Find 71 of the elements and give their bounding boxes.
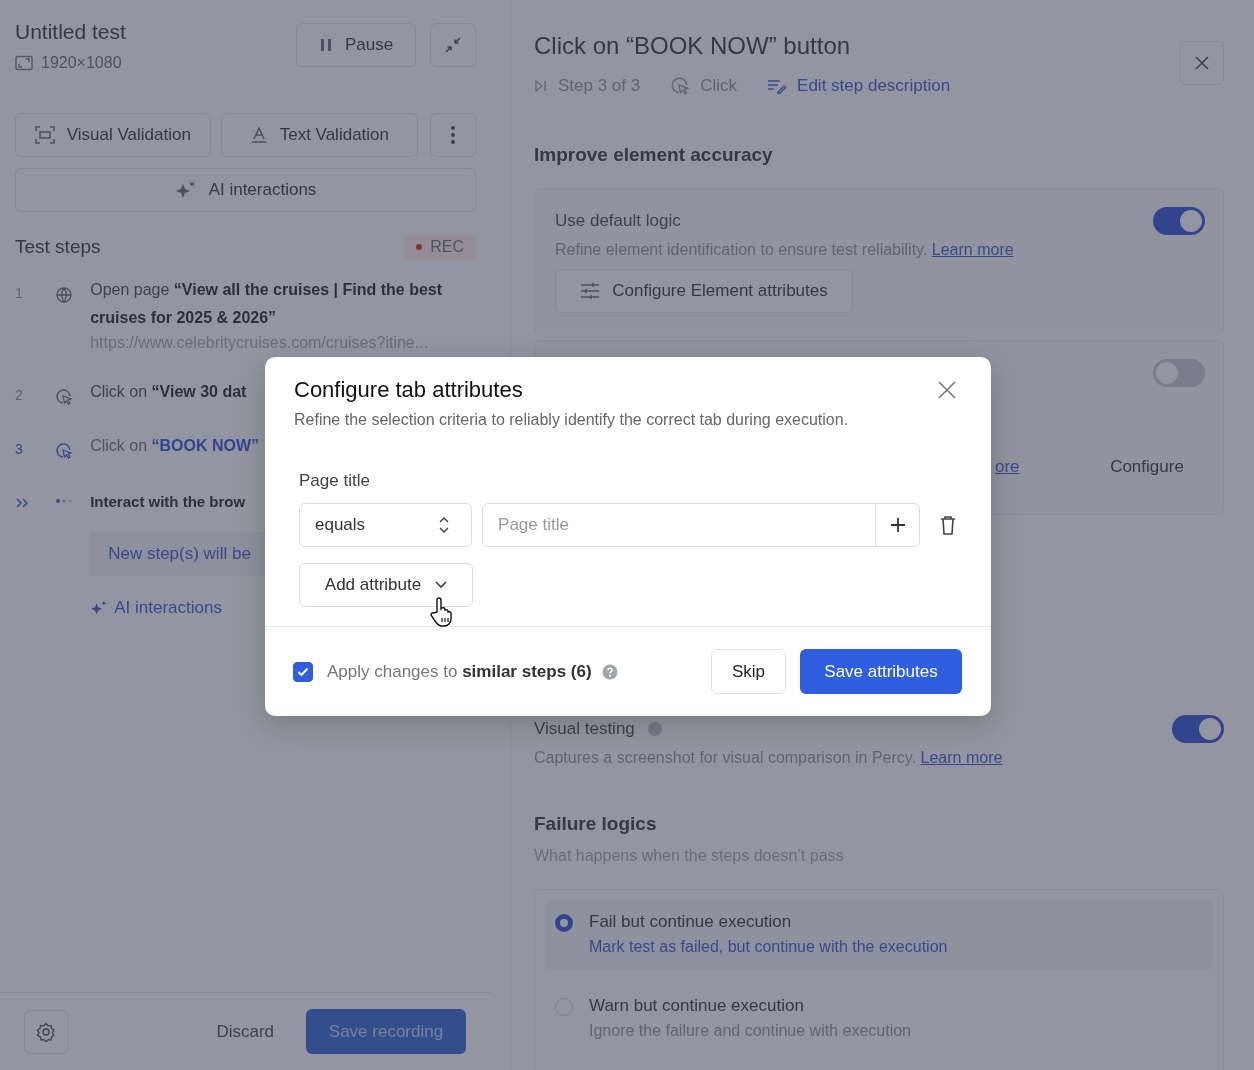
save-recording-button[interactable]: Save recording — [306, 1009, 466, 1054]
modal-subtitle: Refine the selection criteria to reliably identify the correct tab during execution. — [294, 411, 850, 429]
validation-button[interactable]: Visual Validation — [15, 113, 211, 157]
trash-icon — [940, 515, 956, 535]
edit-description-link[interactable]: Edit step description — [767, 76, 951, 96]
save-attributes-button[interactable]: Save attributes — [800, 649, 962, 694]
checkbox[interactable] — [293, 661, 313, 682]
settings-button[interactable] — [24, 1009, 68, 1054]
click-icon — [670, 76, 691, 96]
click-icon — [55, 442, 74, 460]
close-icon — [1195, 56, 1209, 70]
resolution-text: 1920×1080 — [41, 54, 122, 72]
toggle-switch[interactable] — [1172, 715, 1224, 743]
toggle-switch[interactable] — [1153, 359, 1205, 387]
step-number: 3 — [15, 441, 23, 457]
validation-button[interactable]: Text Validation — [220, 113, 419, 157]
test-title: Untitled test — [15, 20, 127, 44]
collapse-button[interactable] — [430, 23, 476, 67]
chevron-down-icon — [435, 581, 448, 589]
text-icon — [249, 126, 268, 144]
section-title: Improve element accuracy — [534, 144, 774, 166]
sparkle-icon — [174, 180, 197, 200]
collapse-icon — [444, 36, 462, 54]
option-label: Fail but continue execution — [589, 912, 793, 932]
hand-cursor-icon — [429, 597, 455, 627]
plus-icon — [889, 517, 906, 533]
sort-caret-icon — [439, 516, 450, 534]
settings-icon — [36, 1021, 56, 1042]
configure-attributes-button[interactable]: Configure Element attributes — [555, 269, 853, 313]
setting-label: Use default logic — [555, 211, 681, 231]
section-title: Failure logics — [534, 813, 658, 835]
check-icon — [297, 666, 309, 677]
learn-more-link[interactable]: ore — [995, 457, 1020, 477]
step-text: Interact with the brow — [90, 492, 246, 512]
operator-select[interactable]: equals — [299, 503, 473, 547]
step-title: Click on “BOOK NOW” button — [534, 32, 852, 60]
section-title: Test steps — [15, 236, 101, 258]
sliders-icon — [580, 282, 601, 300]
modal-title: Configure tab attributes — [294, 377, 523, 403]
globe-icon — [55, 286, 74, 304]
recording-badge: REC — [404, 234, 476, 260]
pause-button[interactable]: Pause — [296, 23, 416, 67]
click-icon — [55, 388, 74, 406]
test-step[interactable]: 3 Click on “BOOK NOW” — [15, 438, 476, 460]
add-attribute-dropdown[interactable]: Add attribute — [299, 563, 473, 607]
double-chevron-icon — [15, 497, 29, 509]
ai-interactions-button[interactable]: AI interactions — [15, 168, 476, 212]
edit-lines-icon — [767, 78, 788, 94]
close-button[interactable] — [1180, 41, 1224, 85]
failure-option[interactable]: Fail but continue execution Mark test as failed, but continue with the execution — [545, 900, 1213, 970]
learn-more-link[interactable]: Learn more — [931, 241, 1014, 258]
step-text: Click on “View 30 dat — [90, 382, 247, 402]
close-icon — [938, 381, 956, 399]
radio-button[interactable] — [555, 914, 573, 932]
screen-size-icon — [15, 55, 33, 71]
dots-icon — [55, 498, 74, 504]
more-icon — [450, 125, 457, 145]
step-icon — [534, 79, 548, 93]
setting-label: Visual testing — [534, 719, 635, 739]
option-label: Warn but continue execution — [589, 996, 805, 1016]
skip-button[interactable]: Skip — [711, 649, 786, 694]
field-label: Page title — [299, 471, 371, 491]
toggle-switch[interactable] — [1153, 207, 1205, 235]
pause-icon — [318, 38, 333, 52]
learn-more-link[interactable]: Learn more — [920, 749, 1003, 766]
option-description: Mark test as failed, but continue with the execution — [589, 938, 948, 956]
sparkle-icon — [90, 600, 109, 616]
step-text: Open page “View all the cruises | Find the best cruises for 2025 & 2026” — [90, 280, 444, 328]
scan-icon — [34, 126, 55, 144]
step-text: Click on “BOOK NOW” — [90, 436, 260, 456]
checkbox-label: Apply changes to similar steps (6) — [327, 661, 592, 682]
